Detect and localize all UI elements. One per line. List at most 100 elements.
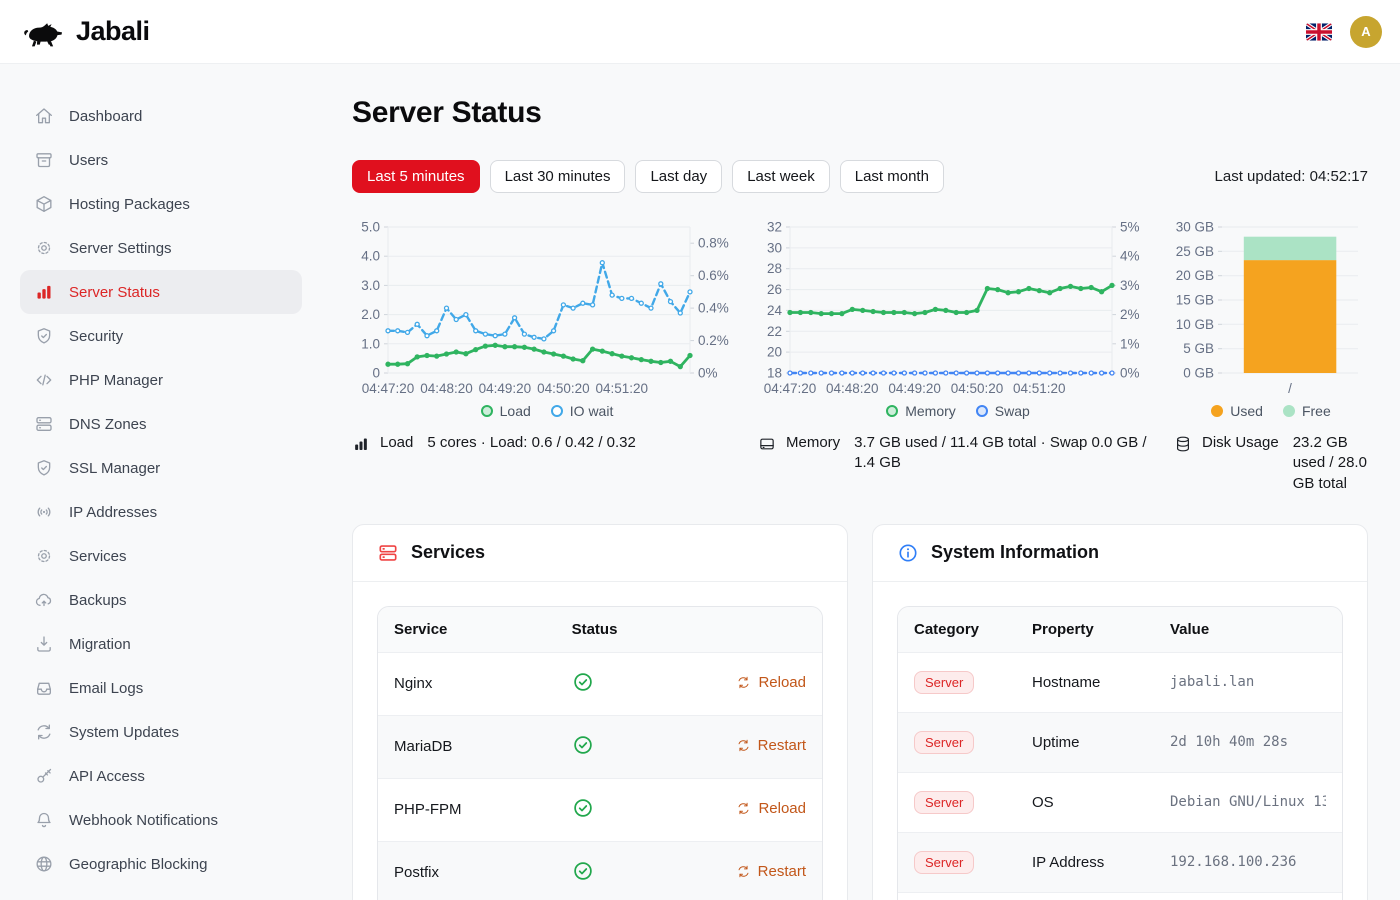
column-header-value: Value: [1154, 607, 1342, 653]
sidebar-item-label: Email Logs: [69, 680, 143, 697]
nginx-reload-button[interactable]: Reload: [736, 674, 806, 691]
svg-text:1.0: 1.0: [361, 336, 380, 351]
sidebar-item-ssl-manager[interactable]: SSL Manager: [20, 446, 302, 490]
mariadb-restart-button[interactable]: Restart: [736, 737, 806, 754]
system-info-row: ServerIP Address192.168.100.236: [898, 832, 1342, 892]
sidebar-item-migration[interactable]: Migration: [20, 622, 302, 666]
language-flag-uk-icon[interactable]: [1306, 23, 1332, 41]
sidebar-item-dashboard[interactable]: Dashboard: [20, 94, 302, 138]
load-chart-legend: LoadIO wait: [352, 403, 742, 419]
drive-icon: [758, 435, 776, 453]
sidebar-item-ip-addresses[interactable]: IP Addresses: [20, 490, 302, 534]
load-chart: 01.02.03.04.05.00%0.2%0.4%0.6%0.8%04:47:…: [352, 215, 742, 401]
svg-text:0.6%: 0.6%: [698, 268, 729, 283]
sidebar-item-users[interactable]: Users: [20, 138, 302, 182]
refresh-icon: [34, 722, 54, 742]
svg-text:04:48:20: 04:48:20: [826, 381, 879, 396]
boar-logo-icon: [22, 17, 66, 47]
svg-text:/: /: [1288, 381, 1292, 396]
svg-text:3%: 3%: [1120, 278, 1140, 293]
category-badge: Server: [914, 671, 974, 694]
sidebar-item-label: IP Addresses: [69, 504, 157, 521]
svg-text:04:50:20: 04:50:20: [537, 381, 590, 396]
range-button-last-5-minutes[interactable]: Last 5 minutes: [352, 160, 480, 193]
sync-icon: [736, 801, 751, 816]
svg-text:22: 22: [767, 324, 782, 339]
sidebar-item-webhook-notifications[interactable]: Webhook Notifications: [20, 798, 302, 842]
sidebar-item-label: DNS Zones: [69, 416, 147, 433]
disk-chart: 0 GB5 GB10 GB15 GB20 GB25 GB30 GB/: [1174, 215, 1368, 401]
sidebar-item-backups[interactable]: Backups: [20, 578, 302, 622]
app-header: Jabali A: [0, 0, 1400, 64]
sidebar-item-label: Webhook Notifications: [69, 812, 218, 829]
time-range-toolbar: Last 5 minutes Last 30 minutes Last day Las…: [352, 160, 1368, 193]
svg-text:0%: 0%: [1120, 366, 1140, 381]
range-button-last-day[interactable]: Last day: [635, 160, 722, 193]
download-icon: [34, 634, 54, 654]
brand[interactable]: Jabali: [22, 16, 150, 47]
svg-text:04:50:20: 04:50:20: [951, 381, 1004, 396]
sidebar-item-api-access[interactable]: API Access: [20, 754, 302, 798]
sidebar-item-label: Security: [69, 328, 123, 345]
sidebar-item-php-manager[interactable]: PHP Manager: [20, 358, 302, 402]
sync-icon: [736, 675, 751, 690]
category-badge: Server: [914, 731, 974, 754]
range-button-last-week[interactable]: Last week: [732, 160, 830, 193]
cards-row: Services Service Status N: [352, 524, 1368, 900]
disk-chart-legend: UsedFree: [1174, 403, 1368, 419]
broadcast-icon: [34, 502, 54, 522]
svg-text:04:49:20: 04:49:20: [888, 381, 941, 396]
sidebar-item-label: PHP Manager: [69, 372, 163, 389]
range-button-last-month[interactable]: Last month: [840, 160, 944, 193]
svg-text:0%: 0%: [698, 366, 718, 381]
service-action-label: Reload: [758, 800, 806, 817]
system-information-table: Category Property Value ServerHostnameja…: [898, 607, 1342, 900]
legend-item-free: Free: [1283, 403, 1331, 419]
property-value: 192.168.100.236: [1170, 854, 1326, 870]
sidebar-item-server-settings[interactable]: Server Settings: [20, 226, 302, 270]
avatar[interactable]: A: [1350, 16, 1382, 48]
service-name: MariaDB: [378, 715, 556, 778]
legend-item-load: Load: [481, 403, 531, 419]
status-ok-icon: [572, 671, 594, 693]
sidebar-item-label: Server Status: [69, 284, 160, 301]
svg-text:5 GB: 5 GB: [1183, 341, 1214, 356]
svg-text:28: 28: [767, 261, 782, 276]
sidebar-item-email-logs[interactable]: Email Logs: [20, 666, 302, 710]
sidebar-item-geographic-blocking[interactable]: Geographic Blocking: [20, 842, 302, 886]
page-title: Server Status: [352, 96, 1368, 130]
range-button-last-30-minutes[interactable]: Last 30 minutes: [490, 160, 626, 193]
database-icon: [1174, 435, 1192, 453]
sidebar-item-hosting-packages[interactable]: Hosting Packages: [20, 182, 302, 226]
sidebar-item-server-status[interactable]: Server Status: [20, 270, 302, 314]
category-badge: Server: [914, 791, 974, 814]
column-header-actions: [689, 607, 822, 653]
sidebar-item-label: SSL Manager: [69, 460, 160, 477]
sidebar-item-label: Backups: [69, 592, 127, 609]
shield-check-icon: [34, 458, 54, 478]
php-fpm-reload-button[interactable]: Reload: [736, 800, 806, 817]
svg-text:2.0: 2.0: [361, 307, 380, 322]
svg-text:04:51:20: 04:51:20: [1013, 381, 1066, 396]
postfix-restart-button[interactable]: Restart: [736, 863, 806, 880]
svg-text:04:49:20: 04:49:20: [479, 381, 532, 396]
system-information-card: System Information Category Property Val…: [872, 524, 1368, 900]
globe-icon: [34, 854, 54, 874]
sidebar-item-system-updates[interactable]: System Updates: [20, 710, 302, 754]
sidebar-item-security[interactable]: Security: [20, 314, 302, 358]
key-icon: [34, 766, 54, 786]
disk-usage-stat: Disk Usage23.2 GB used / 28.0 GB total: [1174, 433, 1368, 494]
service-action-label: Restart: [758, 863, 806, 880]
gear-icon: [34, 546, 54, 566]
sidebar-item-dns-zones[interactable]: DNS Zones: [20, 402, 302, 446]
last-updated-text: Last updated: 04:52:17: [1215, 168, 1368, 185]
svg-text:30 GB: 30 GB: [1176, 220, 1214, 235]
sidebar-item-label: Users: [69, 152, 108, 169]
sidebar-item-services[interactable]: Services: [20, 534, 302, 578]
shield-check-icon: [34, 326, 54, 346]
load-stat: Load5 cores · Load: 0.6 / 0.42 / 0.32: [352, 433, 742, 453]
sidebar-item-label: Server Settings: [69, 240, 172, 257]
svg-text:18: 18: [767, 366, 782, 381]
column-header-service: Service: [378, 607, 556, 653]
status-ok-icon: [572, 734, 594, 756]
